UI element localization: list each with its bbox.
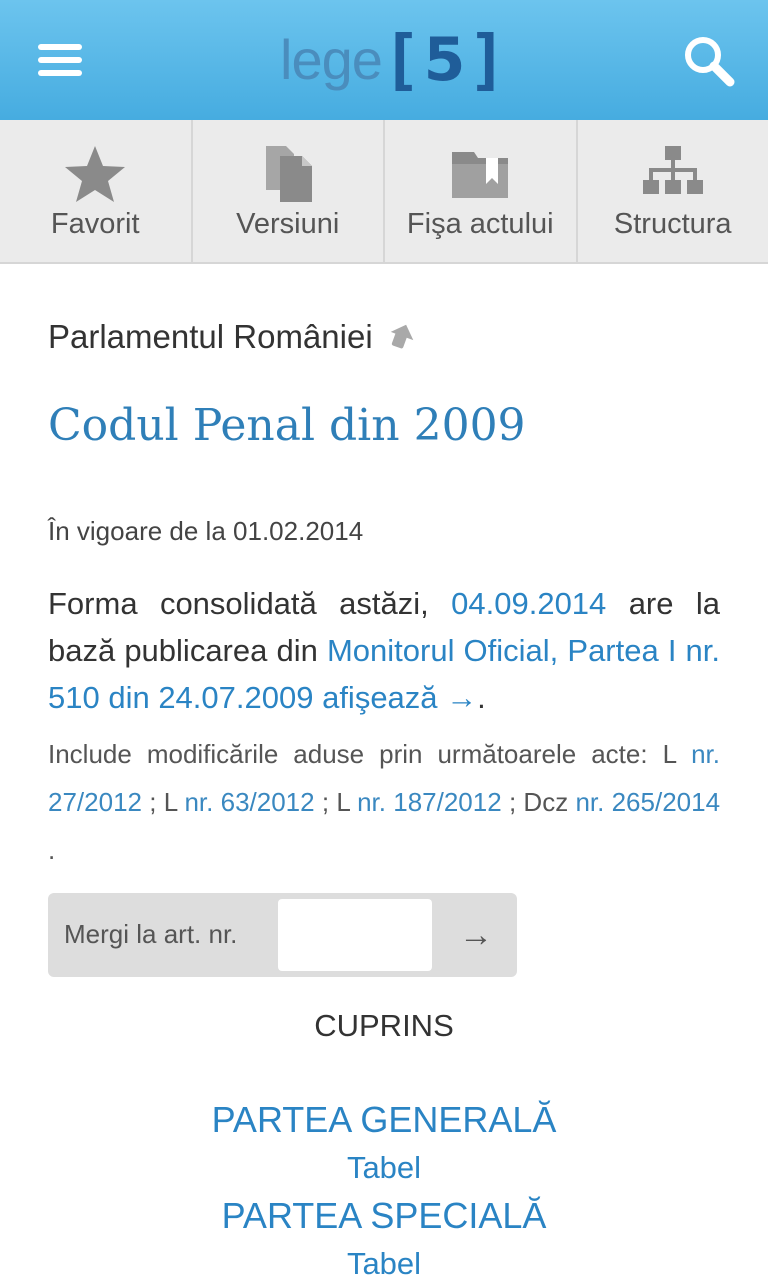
in-force-date: În vigoare de la 01.02.2014 <box>48 516 363 547</box>
tab-versiuni[interactable]: Versiuni <box>193 120 385 262</box>
mod-link[interactable]: nr. 63/2012 <box>184 787 314 817</box>
logo-word: lege <box>280 28 383 91</box>
in-force-prefix: În vigoare de la <box>48 516 226 546</box>
mod-type: Dcz <box>523 787 569 817</box>
folder-bookmark-icon <box>448 144 512 204</box>
goto-submit-button[interactable]: → <box>446 907 506 963</box>
toc-table-link[interactable]: Tabel <box>48 1144 720 1192</box>
mod-sep: ; <box>321 787 330 817</box>
up-arrow-icon <box>388 320 416 358</box>
menu-bar-bottom <box>38 70 82 76</box>
hierarchy-icon <box>641 144 705 204</box>
logo-bracket-right: ] <box>467 21 508 98</box>
search-icon[interactable] <box>682 34 736 88</box>
toc-heading: CUPRINS <box>314 1008 454 1043</box>
consol-date-link[interactable]: 04.09.2014 <box>451 586 606 621</box>
mod-link[interactable]: nr. 187/2012 <box>357 787 502 817</box>
hamburger-menu-icon[interactable] <box>38 44 82 76</box>
logo-bracket-left: [ <box>381 21 422 98</box>
issuer-link[interactable]: Parlamentul României <box>48 318 416 358</box>
consolidated-form-text: Forma consolidată astăzi, 04.09.2014 are… <box>48 580 720 721</box>
tab-label: Structura <box>613 208 732 240</box>
consol-end: . <box>477 680 486 715</box>
tab-favorit[interactable]: Favorit <box>0 120 193 262</box>
documents-icon <box>256 144 320 204</box>
page-title: Codul Penal din 2009 <box>48 400 526 451</box>
toc-part-speciala[interactable]: PARTEA SPECIALĂ <box>48 1192 720 1240</box>
toc-part-generala[interactable]: PARTEA GENERALĂ <box>48 1096 720 1144</box>
tab-label: Favorit <box>50 208 140 240</box>
mod-sep: ; <box>508 787 517 817</box>
logo-number: 5 <box>423 25 466 95</box>
action-tabs: Favorit Versiuni Fişa actului Structura <box>0 120 768 264</box>
table-of-contents: PARTEA GENERALĂ Tabel PARTEA SPECIALĂ Ta… <box>48 1096 720 1280</box>
tab-label: Fişa actului <box>406 208 554 240</box>
mod-sep: . <box>48 835 56 865</box>
app-logo[interactable]: lege [ 5 ] <box>280 22 507 98</box>
star-icon <box>63 144 127 204</box>
mod-type: L <box>163 787 178 817</box>
tab-fisa-actului[interactable]: Fişa actului <box>385 120 578 262</box>
menu-bar-top <box>38 44 82 50</box>
menu-bar-middle <box>38 57 82 63</box>
goto-article-form: Mergi la art. nr. → <box>48 893 517 977</box>
toc-table-link[interactable]: Tabel <box>48 1240 720 1280</box>
in-force-value: 01.02.2014 <box>233 516 364 546</box>
consol-prefix: Forma consolidată astăzi, <box>48 586 429 621</box>
goto-label: Mergi la art. nr. <box>64 919 238 949</box>
mod-type: L <box>662 739 677 769</box>
mod-link[interactable]: nr. 265/2014 <box>575 787 720 817</box>
tab-label: Versiuni <box>236 208 340 240</box>
tab-structura[interactable]: Structura <box>578 120 768 262</box>
modifications-text: Include modificările aduse prin următoar… <box>48 730 720 874</box>
article-number-input[interactable] <box>278 899 432 971</box>
mod-sep: ; <box>149 787 157 817</box>
app-header: lege [ 5 ] <box>0 0 768 120</box>
mod-type: L <box>336 787 350 817</box>
issuer-label: Parlamentul României <box>48 318 373 355</box>
mods-prefix: Include modificările aduse prin următoar… <box>48 739 648 769</box>
